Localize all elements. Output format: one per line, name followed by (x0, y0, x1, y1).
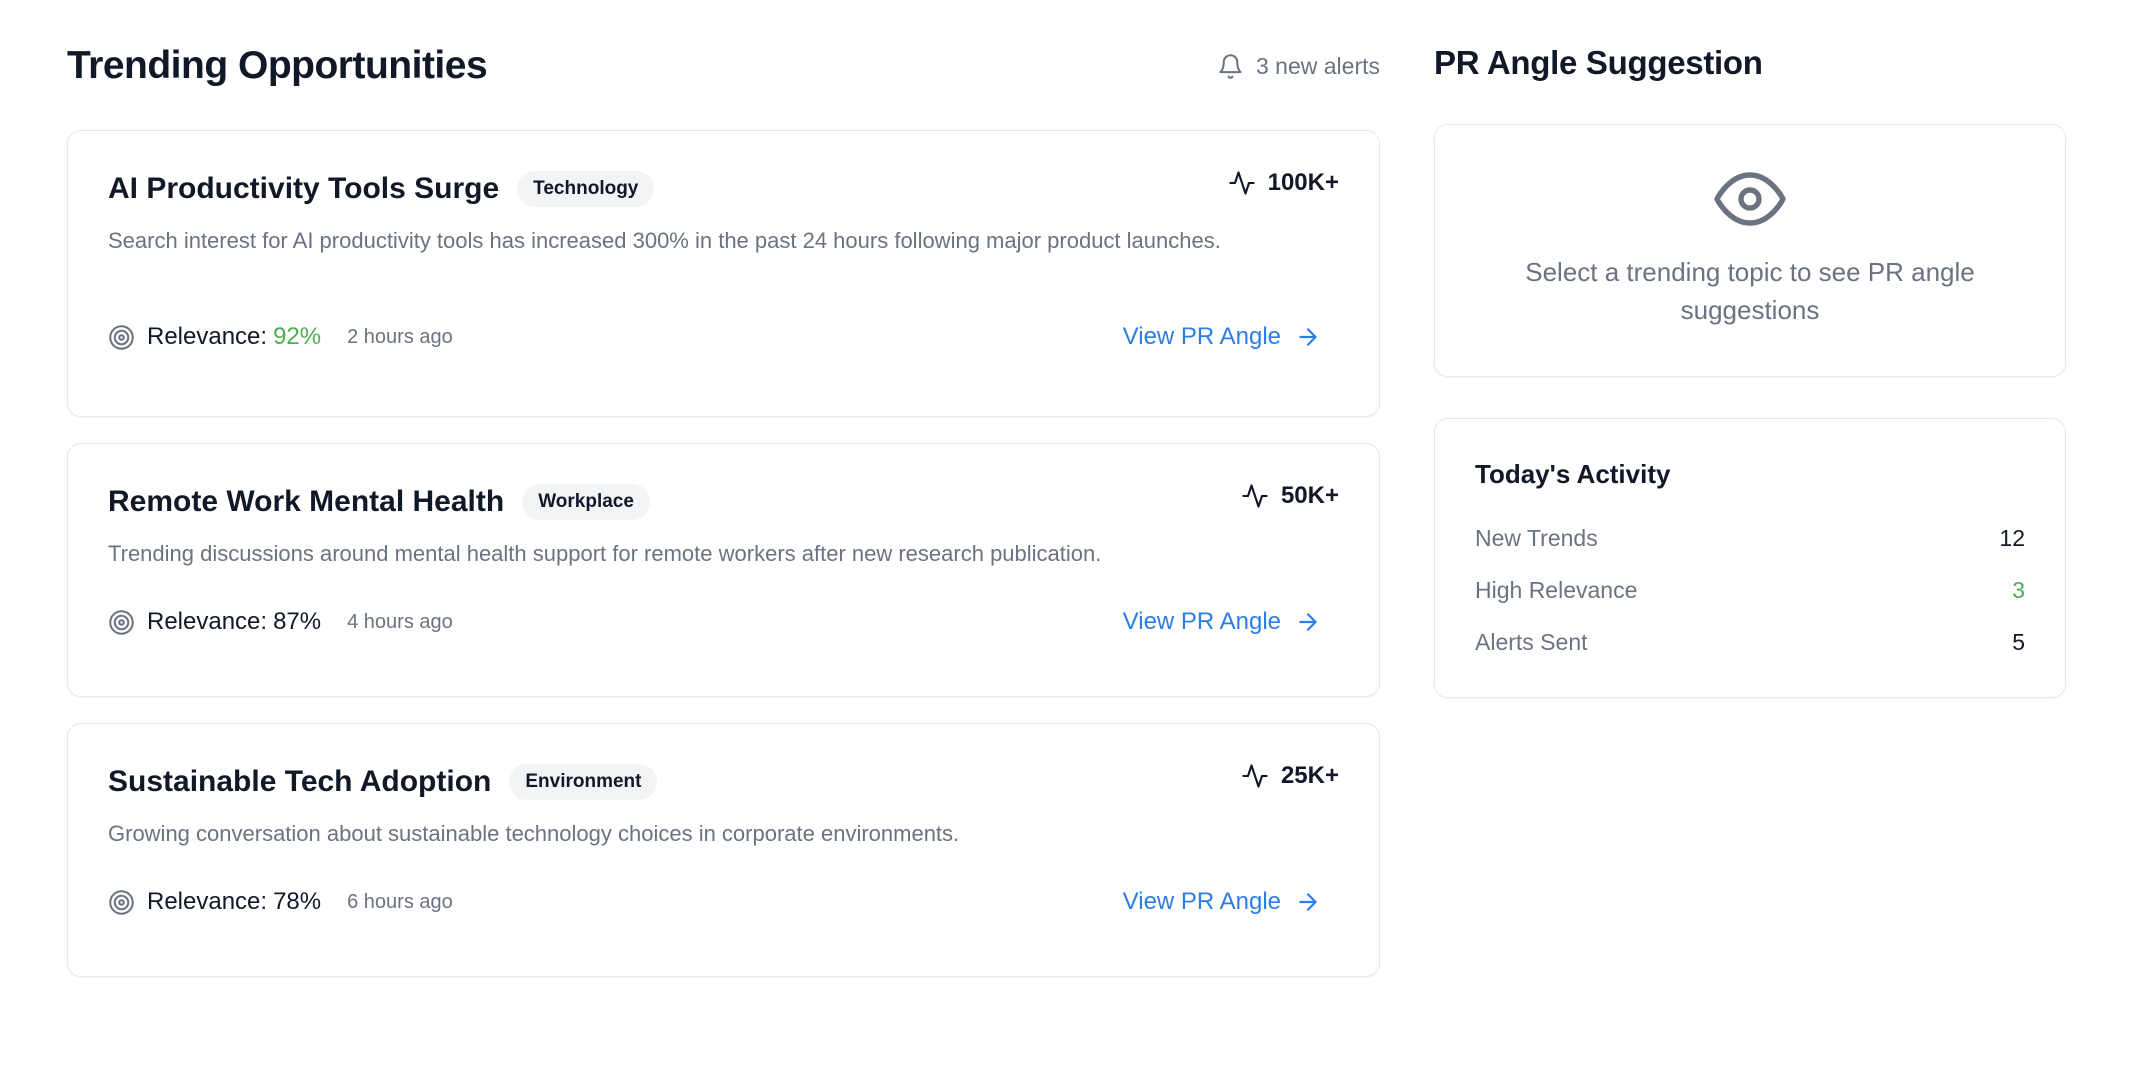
dashboard-page: Trending Opportunities 3 new alerts AI P… (0, 0, 2150, 1066)
stat-label: Alerts Sent (1475, 628, 1588, 655)
trend-title: Sustainable Tech Adoption (108, 765, 492, 798)
trend-card[interactable]: Sustainable Tech Adoption Environment 25… (67, 723, 1380, 977)
search-volume: 100K+ (1228, 169, 1339, 197)
trend-title-row: Sustainable Tech Adoption Environment (108, 764, 658, 800)
relevance-value: 92% (273, 323, 322, 350)
relevance-value: 78% (273, 888, 322, 915)
activity-icon (1228, 171, 1255, 195)
stat-value: 5 (2012, 628, 2025, 655)
trend-description: Search interest for AI productivity tool… (108, 228, 1221, 253)
view-pr-angle-button[interactable]: View PR Angle (1123, 608, 1321, 636)
eye-icon (1714, 172, 1786, 226)
pr-angle-empty-text: Select a trending topic to see PR angle … (1525, 257, 1975, 325)
trend-title: Remote Work Mental Health (108, 485, 505, 518)
trend-title-row: AI Productivity Tools Surge Technology (108, 171, 655, 207)
trend-description: Growing conversation about sustainable t… (108, 821, 960, 846)
trend-description: Trending discussions around mental healt… (108, 541, 1102, 566)
trend-meta: Relevance: 78% 6 hours ago (108, 888, 453, 916)
target-icon (109, 609, 134, 635)
target-icon (109, 324, 134, 350)
view-pr-angle-button[interactable]: View PR Angle (1123, 888, 1321, 916)
trend-card-header: Remote Work Mental Health Workplace 50K+ (108, 444, 1339, 520)
search-volume-value: 25K+ (1280, 762, 1339, 789)
category-badge: Technology (517, 171, 655, 207)
search-volume-value: 50K+ (1280, 482, 1339, 509)
arrow-right-icon (1299, 328, 1317, 346)
trend-meta: Relevance: 87% 4 hours ago (108, 608, 453, 636)
arrow-right-icon (1299, 613, 1317, 631)
target-icon (109, 889, 134, 915)
view-pr-angle-button[interactable]: View PR Angle (1123, 323, 1321, 351)
view-pr-angle-label: View PR Angle (1122, 323, 1281, 350)
view-pr-angle-label: View PR Angle (1122, 888, 1281, 915)
stat-value: 12 (1999, 524, 2025, 551)
trend-card-footer: Relevance: 87% 4 hours ago View PR Angle (108, 608, 1321, 636)
search-volume: 50K+ (1241, 482, 1339, 510)
relevance-label: Relevance: (147, 888, 268, 915)
pr-angle-title: PR Angle Suggestion (1434, 44, 1763, 81)
relevance-label: Relevance: (147, 608, 268, 635)
trend-card[interactable]: AI Productivity Tools Surge Technology 1… (67, 130, 1380, 417)
trend-card-header: AI Productivity Tools Surge Technology 1… (108, 131, 1339, 207)
stat-value: 3 (2012, 576, 2025, 603)
view-pr-angle-label: View PR Angle (1122, 608, 1281, 635)
trending-section: Trending Opportunities 3 new alerts AI P… (67, 40, 1380, 1003)
relevance-value: 87% (273, 608, 322, 635)
trend-card-header: Sustainable Tech Adoption Environment 25… (108, 724, 1339, 800)
trend-card-list: AI Productivity Tools Surge Technology 1… (67, 130, 1380, 977)
category-badge: Workplace (522, 484, 650, 520)
page-title: Trending Opportunities (67, 44, 488, 87)
stat-row: New Trends 12 (1475, 512, 2025, 564)
trend-title-row: Remote Work Mental Health Workplace (108, 484, 650, 520)
trend-timestamp: 6 hours ago (347, 890, 453, 913)
trend-timestamp: 4 hours ago (347, 610, 453, 633)
activity-icon (1242, 764, 1268, 788)
activity-panel: Today's Activity New Trends 12 High Rele… (1434, 418, 2066, 698)
category-badge: Environment (509, 764, 658, 800)
trend-card-footer: Relevance: 78% 6 hours ago View PR Angle (108, 888, 1321, 916)
relevance-label: Relevance: (147, 323, 268, 350)
stat-row: High Relevance 3 (1475, 564, 2025, 616)
trend-title: AI Productivity Tools Surge (108, 172, 500, 205)
activity-icon (1242, 484, 1268, 508)
stat-row: Alerts Sent 5 (1475, 616, 2025, 668)
arrow-right-icon (1299, 893, 1317, 911)
trend-card[interactable]: Remote Work Mental Health Workplace 50K+… (67, 443, 1380, 697)
search-volume-value: 100K+ (1267, 169, 1339, 196)
trend-meta: Relevance: 92% 2 hours ago (108, 323, 453, 351)
pr-angle-panel: Select a trending topic to see PR angle … (1434, 124, 2066, 377)
trend-timestamp: 2 hours ago (347, 325, 453, 348)
stat-label: New Trends (1475, 524, 1598, 551)
trending-header: Trending Opportunities 3 new alerts (67, 40, 1380, 92)
search-volume: 25K+ (1241, 762, 1339, 790)
activity-title: Today's Activity (1475, 459, 1671, 489)
alerts-indicator[interactable]: 3 new alerts (1217, 53, 1380, 80)
alerts-count-label: 3 new alerts (1255, 52, 1380, 79)
bell-icon (1219, 53, 1242, 79)
trend-card-footer: Relevance: 92% 2 hours ago View PR Angle (108, 323, 1321, 351)
stat-label: High Relevance (1475, 576, 1638, 603)
sidebar: PR Angle Suggestion Select a trending to… (1434, 40, 2066, 698)
